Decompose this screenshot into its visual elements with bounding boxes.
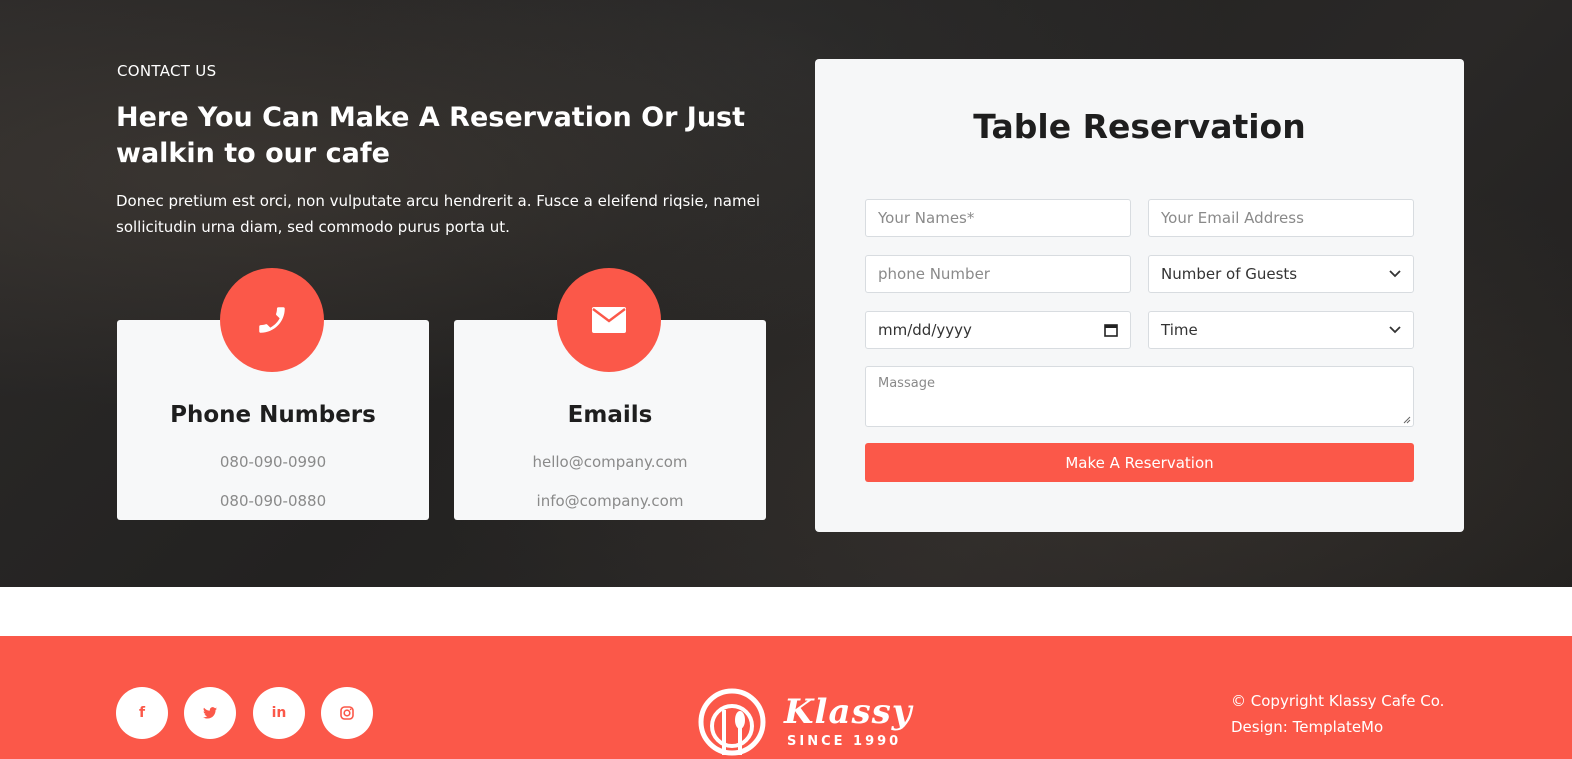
chevron-down-icon <box>1389 326 1401 334</box>
chevron-down-icon <box>1389 270 1401 278</box>
instagram-icon[interactable] <box>321 687 373 739</box>
facebook-icon[interactable]: f <box>116 687 168 739</box>
contact-section: CONTACT US Here You Can Make A Reservati… <box>0 0 1572 587</box>
calendar-icon[interactable] <box>1104 323 1118 337</box>
date-field-value: mm/dd/yyyy <box>878 321 972 339</box>
name-field[interactable] <box>865 199 1131 237</box>
section-description: Donec pretium est orci, non vulputate ar… <box>116 192 760 236</box>
reservation-form: Table Reservation Number of Guests mm/dd… <box>815 59 1464 532</box>
message-field[interactable] <box>865 366 1414 427</box>
copyright-text: © Copyright Klassy Cafe Co. <box>1231 692 1445 710</box>
resize-grip-icon[interactable] <box>1403 416 1411 424</box>
twitter-icon[interactable] <box>184 687 236 739</box>
section-heading: Here You Can Make A Reservation Or Just … <box>116 102 746 169</box>
klassy-logo[interactable]: Klassy SINCE 1990 <box>698 686 913 759</box>
phone-input[interactable] <box>878 265 1118 283</box>
logo-since: SINCE 1990 <box>787 734 902 749</box>
card-title: Phone Numbers <box>170 402 376 428</box>
envelope-icon <box>557 268 661 372</box>
design-credit[interactable]: Design: TemplateMo <box>1231 714 1444 740</box>
phone-field[interactable] <box>865 255 1131 293</box>
email-input[interactable] <box>1161 209 1401 227</box>
name-input[interactable] <box>878 209 1118 227</box>
email-address[interactable]: info@company.com <box>454 492 766 510</box>
phone-number[interactable]: 080-090-0880 <box>117 492 429 510</box>
phone-icon <box>220 268 324 372</box>
email-field[interactable] <box>1148 199 1414 237</box>
guests-select-value: Number of Guests <box>1161 265 1298 283</box>
time-select-value: Time <box>1161 321 1198 339</box>
reservation-title: Table Reservation <box>973 107 1306 146</box>
make-reservation-button[interactable]: Make A Reservation <box>865 443 1414 482</box>
guests-select[interactable]: Number of Guests <box>1148 255 1414 293</box>
card-title: Emails <box>567 402 653 428</box>
logo-plate-icon <box>698 688 766 756</box>
section-label: CONTACT US <box>117 62 217 80</box>
linkedin-icon[interactable]: in <box>253 687 305 739</box>
date-field[interactable]: mm/dd/yyyy <box>865 311 1131 349</box>
message-textarea[interactable] <box>866 367 1413 426</box>
copyright-block: © Copyright Klassy Cafe Co. Design: Temp… <box>1231 688 1444 740</box>
phone-number[interactable]: 080-090-0990 <box>117 453 429 471</box>
email-address[interactable]: hello@company.com <box>454 453 766 471</box>
logo-name: Klassy <box>784 692 913 732</box>
footer: f in Klassy SINCE 1990 © Copyright Klass… <box>0 636 1572 759</box>
time-select[interactable]: Time <box>1148 311 1414 349</box>
